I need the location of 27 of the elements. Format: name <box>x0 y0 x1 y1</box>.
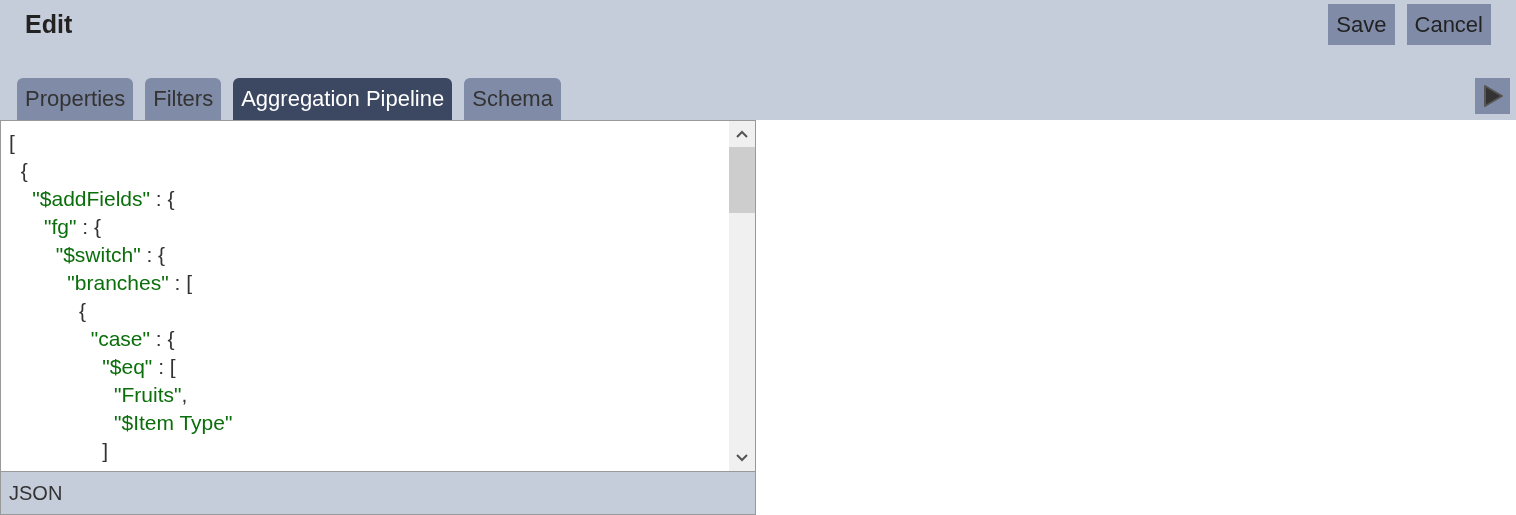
code-line: "case" : { <box>89 326 176 352</box>
tab[interactable]: Properties <box>17 78 134 120</box>
code-line: { <box>19 158 29 184</box>
code-line: "$eq" : [ <box>101 354 177 380</box>
code-line: { <box>78 298 88 324</box>
code-line: "branches" : [ <box>66 270 193 296</box>
tab[interactable]: Filters <box>145 78 222 120</box>
chevron-down-icon[interactable] <box>736 454 748 462</box>
editor-mode-label: JSON <box>9 481 63 505</box>
code-line: "$switch" : { <box>54 242 167 268</box>
code-line: [ <box>9 130 16 156</box>
code-line: "fg" : { <box>43 214 102 240</box>
play-button[interactable] <box>1475 78 1510 114</box>
tab[interactable]: Aggregation Pipeline <box>233 78 453 120</box>
code-editor[interactable]: [ { "$addFields" : { "fg" : { "$switch" : { "branches" : [ { "case" : { "$eq" : [ "Fruits", "$Item Type" ] JSON <box>0 120 756 515</box>
chevron-up-icon[interactable] <box>736 130 748 138</box>
cancel-button[interactable]: Cancel <box>1406 4 1491 45</box>
code-line: "$Item Type" <box>113 410 234 436</box>
dialog-title: Edit <box>25 10 73 39</box>
play-icon <box>1481 84 1504 108</box>
tab[interactable]: Schema <box>464 78 561 120</box>
code-line: "Fruits", <box>113 382 189 408</box>
code-line: "$addFields" : { <box>31 186 176 212</box>
scrollbar[interactable] <box>729 121 755 471</box>
code-line: ] <box>101 438 110 464</box>
scrollbar-thumb[interactable] <box>729 147 755 213</box>
save-button[interactable]: Save <box>1328 4 1395 45</box>
